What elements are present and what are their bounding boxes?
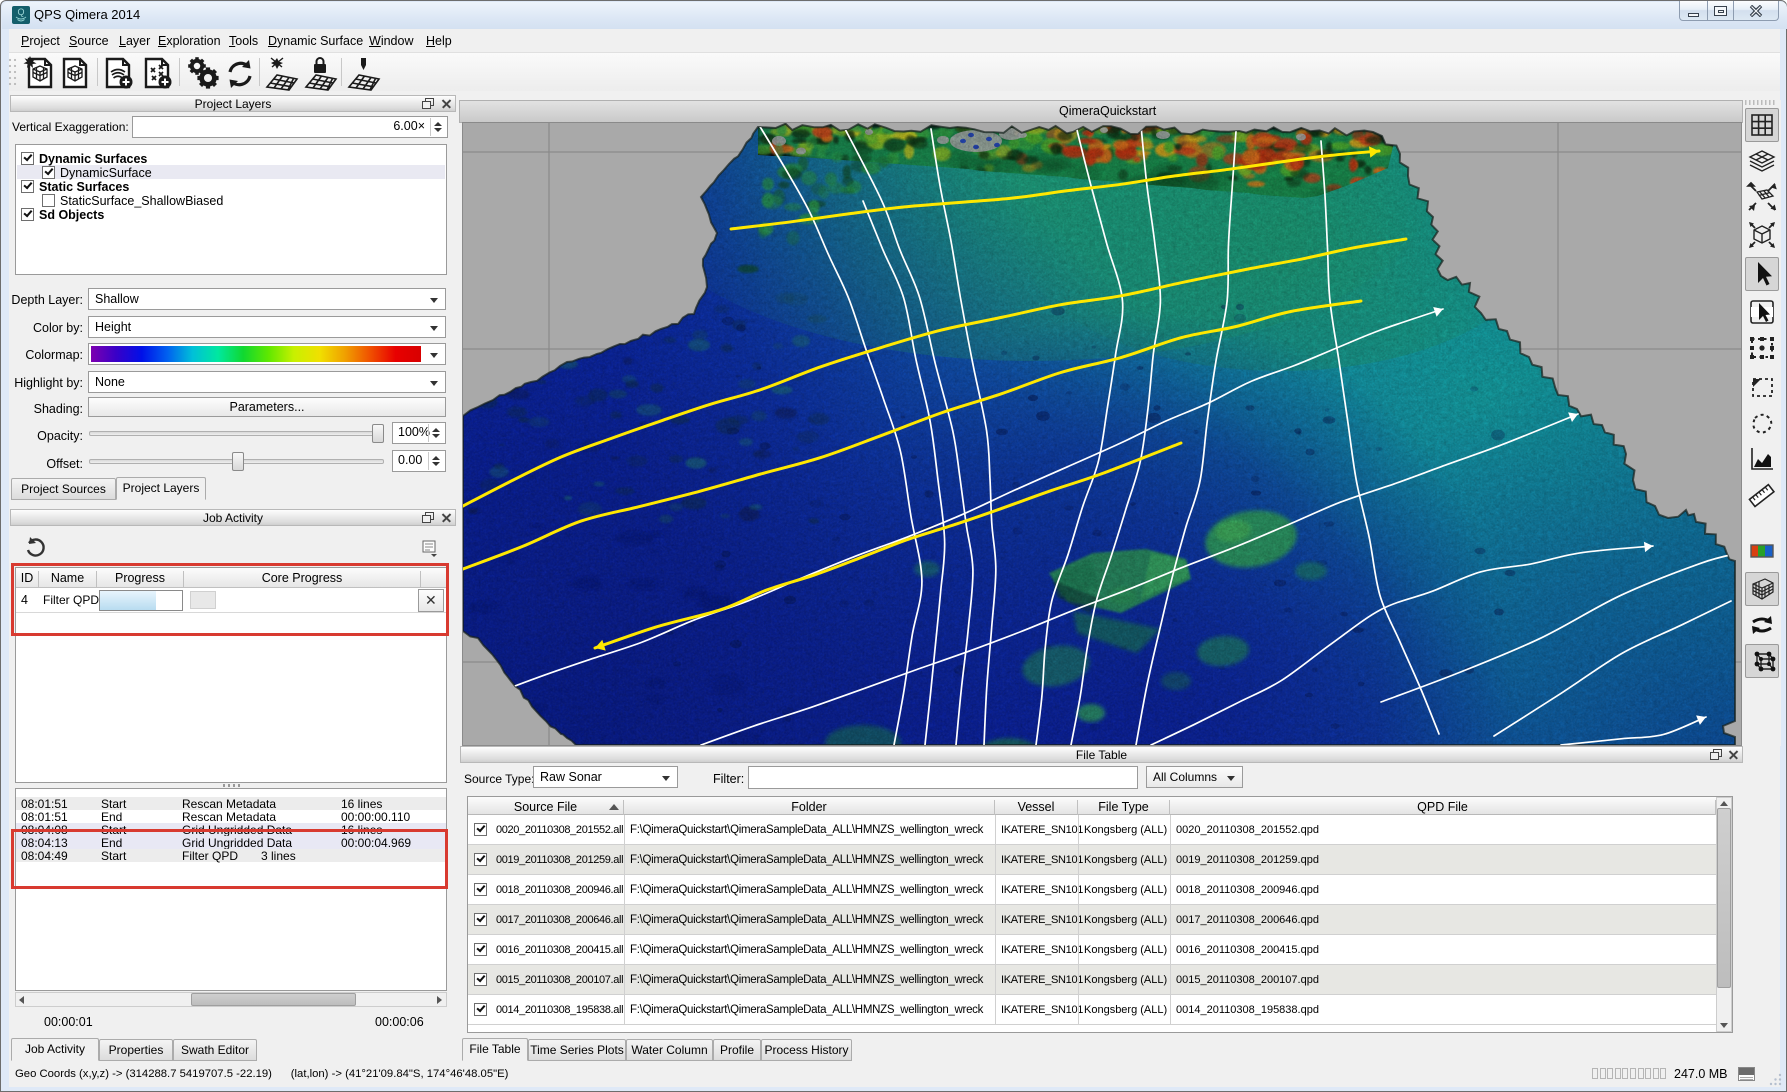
svg-text:Q: Q [17,7,24,17]
